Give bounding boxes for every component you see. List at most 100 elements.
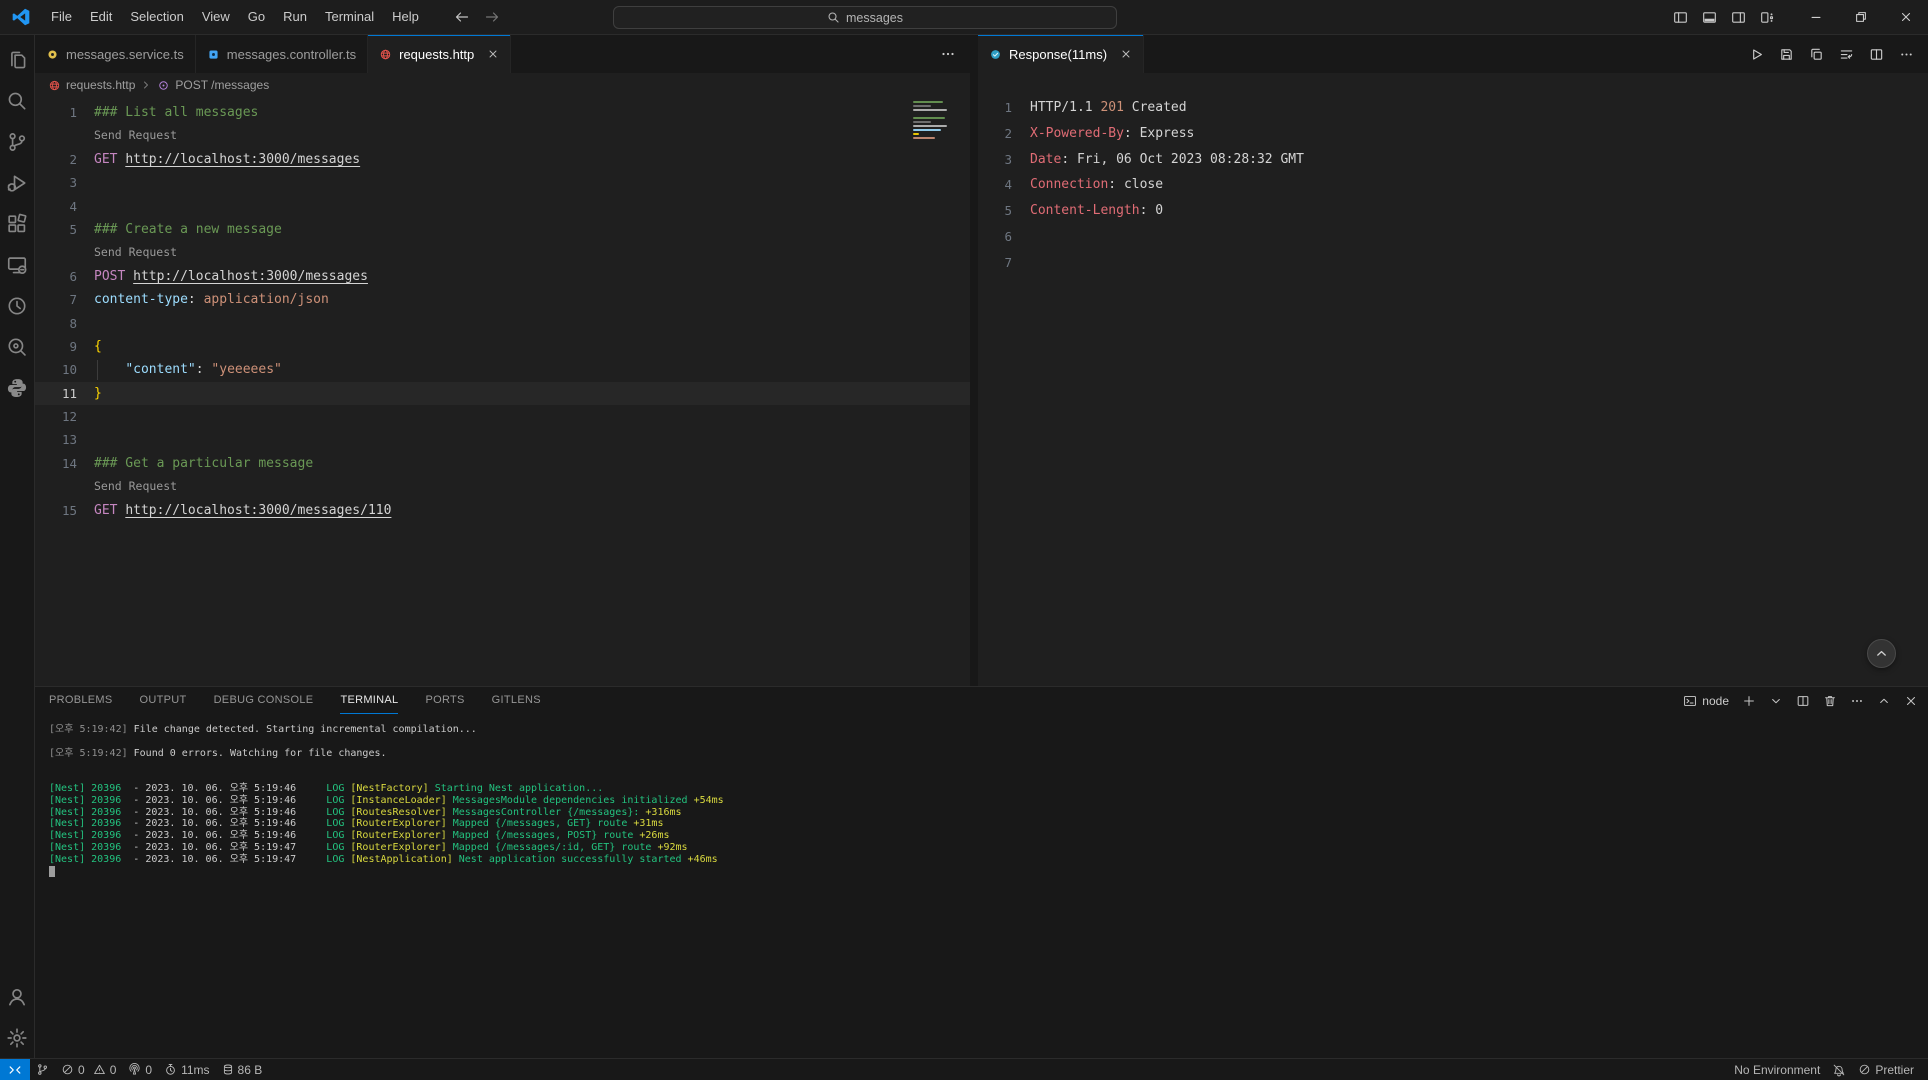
terminal-text: - 2023. 10. 06. 오후 5:19:46 (133, 783, 326, 794)
run-icon[interactable] (1749, 47, 1764, 62)
problems-status[interactable]: 0 0 (55, 1059, 122, 1080)
breadcrumb-symbol[interactable]: POST /messages (175, 78, 269, 92)
tab-messages-service-ts[interactable]: messages.service.ts (35, 35, 196, 73)
add-icon[interactable] (1742, 694, 1756, 708)
request-url-link[interactable]: http://localhost:3000/messages (125, 152, 360, 167)
close-icon[interactable] (1904, 694, 1918, 708)
menu-file[interactable]: File (42, 5, 81, 29)
minimap[interactable] (910, 99, 956, 157)
terminal-output[interactable]: [오후 5:19:42] File change detected. Start… (35, 714, 1928, 1058)
environment-label: No Environment (1734, 1063, 1820, 1077)
source-control-status[interactable] (30, 1059, 55, 1080)
token: HTTP/1.1 (1030, 100, 1100, 115)
request-url-link[interactable]: http://localhost:3000/messages (133, 269, 368, 284)
tab-requests-http[interactable]: requests.http (368, 35, 511, 73)
response-time-status[interactable]: 11ms (158, 1059, 215, 1080)
activity-account-icon[interactable] (0, 976, 35, 1017)
menu-terminal[interactable]: Terminal (316, 5, 383, 29)
activity-search-icon[interactable] (0, 80, 35, 121)
breadcrumb-file[interactable]: requests.http (66, 78, 135, 92)
restore-button[interactable] (1838, 0, 1883, 35)
panel-tab-debug-console[interactable]: DEBUG CONSOLE (214, 687, 314, 714)
scroll-to-top-button[interactable] (1867, 639, 1896, 668)
layout-sidebar-right-icon[interactable] (1731, 10, 1746, 25)
back-arrow-icon[interactable] (454, 9, 470, 25)
panel-tab-gitlens[interactable]: GITLENS (492, 687, 541, 714)
activity-extensions-icon[interactable] (0, 203, 35, 244)
request-url-link[interactable]: http://localhost:3000/messages/110 (125, 503, 391, 518)
close-icon[interactable] (487, 48, 499, 60)
minimize-button[interactable] (1793, 0, 1838, 35)
tab-label: Response(11ms) (1009, 47, 1107, 62)
http-editor[interactable]: 1### List all messagesSend Request2GET h… (35, 97, 970, 686)
more-icon[interactable] (1899, 47, 1914, 62)
line-content: ### List all messages (94, 101, 258, 124)
activity-explorer-icon[interactable] (0, 39, 35, 80)
forward-arrow-icon[interactable] (484, 9, 500, 25)
more-actions-icon[interactable] (940, 46, 956, 62)
activity-gitlens-inspect-icon[interactable] (0, 326, 35, 367)
layout-customize-icon[interactable] (1760, 10, 1775, 25)
terminal-instance[interactable]: node (1683, 694, 1729, 708)
token: "yeeeees" (211, 362, 281, 377)
line-content: { (94, 335, 102, 358)
activity-source-control-icon[interactable] (0, 121, 35, 162)
menu-run[interactable]: Run (274, 5, 316, 29)
send-request-codelens[interactable]: Send Request (94, 128, 177, 142)
close-window-button[interactable] (1883, 0, 1928, 35)
environment-selector[interactable]: No Environment (1728, 1063, 1826, 1077)
layout-sidebar-left-icon[interactable] (1673, 10, 1688, 25)
error-count: 0 (78, 1063, 85, 1077)
formatter-status[interactable]: Prettier (1852, 1063, 1920, 1077)
terminal-text: [RouterExplorer] (350, 818, 452, 829)
activity-gitlens-icon[interactable] (0, 285, 35, 326)
tab-messages-controller-ts[interactable]: messages.controller.ts (196, 35, 368, 73)
panel-tab-output[interactable]: OUTPUT (140, 687, 187, 714)
menu-edit[interactable]: Edit (81, 5, 121, 29)
more-icon[interactable] (1850, 694, 1864, 708)
split-editor-icon[interactable] (1796, 694, 1810, 708)
split-editor-icon[interactable] (1869, 47, 1884, 62)
activity-run-debug-icon[interactable] (0, 162, 35, 203)
code-line: 1HTTP/1.1 201 Created (978, 95, 1928, 121)
code-line: Send Request (35, 124, 970, 147)
response-size-status[interactable]: 86 B (216, 1059, 269, 1080)
command-center-search[interactable]: messages (613, 6, 1117, 29)
activity-settings-icon[interactable] (0, 1017, 35, 1058)
panel-tab-ports[interactable]: PORTS (425, 687, 464, 714)
response-editor[interactable]: 1HTTP/1.1 201 Created2X-Powered-By: Expr… (978, 73, 1928, 686)
forwarded-ports[interactable]: 0 (122, 1059, 158, 1080)
chevron-up-icon[interactable] (1877, 694, 1891, 708)
trash-icon[interactable] (1823, 694, 1837, 708)
menu-selection[interactable]: Selection (121, 5, 192, 29)
save-icon[interactable] (1779, 47, 1794, 62)
terminal-text: [Nest] 20396 (49, 818, 133, 829)
menu-bar: FileEditSelectionViewGoRunTerminalHelp (42, 5, 428, 29)
terminal-line: [Nest] 20396 - 2023. 10. 06. 오후 5:19:47 … (49, 854, 1928, 866)
panel-tab-problems[interactable]: PROBLEMS (49, 687, 113, 714)
terminal-text: LOG (326, 818, 350, 829)
layout-panel-icon[interactable] (1702, 10, 1717, 25)
editor-sash[interactable] (970, 35, 978, 686)
tab-response[interactable]: Response(11ms) (978, 35, 1144, 73)
send-request-codelens[interactable]: Send Request (94, 245, 177, 259)
fold-icon[interactable] (1839, 47, 1854, 62)
line-content: Send Request (94, 124, 177, 147)
terminal-text: [RouterExplorer] (350, 842, 452, 853)
terminal-text: MessagesModule dependencies initialized (453, 795, 694, 806)
chevron-down-icon[interactable] (1769, 694, 1783, 708)
menu-help[interactable]: Help (383, 5, 428, 29)
send-request-codelens[interactable]: Send Request (94, 479, 177, 493)
panel-tab-terminal[interactable]: TERMINAL (340, 687, 398, 714)
remote-indicator[interactable] (0, 1059, 30, 1080)
tab-label: messages.service.ts (66, 47, 184, 62)
terminal-text: MessagesController {/messages}: (453, 807, 646, 818)
menu-go[interactable]: Go (239, 5, 274, 29)
copy-icon[interactable] (1809, 47, 1824, 62)
code-line: Send Request (35, 475, 970, 498)
close-icon[interactable] (1120, 48, 1132, 60)
menu-view[interactable]: View (193, 5, 239, 29)
activity-remote-explorer-icon[interactable] (0, 244, 35, 285)
notifications-status[interactable] (1826, 1063, 1852, 1077)
activity-python-icon[interactable] (0, 367, 35, 408)
